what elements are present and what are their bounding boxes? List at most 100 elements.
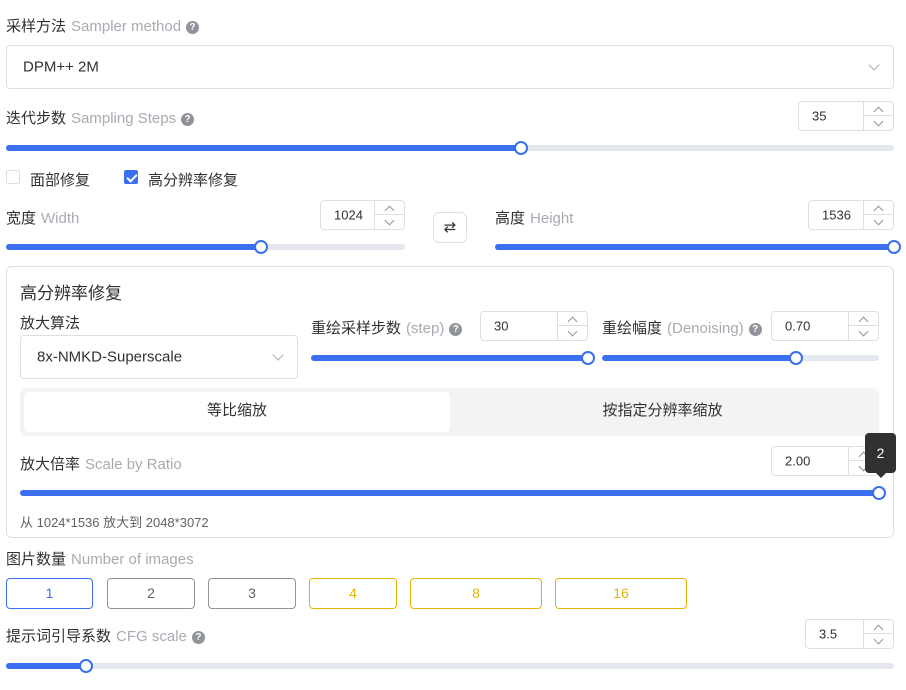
denoise-number-input[interactable]: 0.70: [771, 311, 879, 341]
cfg-slider-fill: [6, 663, 86, 669]
denoise-stepper[interactable]: [848, 312, 878, 340]
help-icon[interactable]: ?: [186, 21, 200, 34]
steps-label-cn: 迭代步数: [6, 110, 67, 127]
hr-steps-stepper[interactable]: [557, 312, 587, 340]
denoise-slider[interactable]: [602, 351, 879, 365]
image-count-3-button[interactable]: 3: [208, 578, 296, 609]
tab-scale-to-resolution[interactable]: 按指定分辨率缩放: [450, 392, 875, 432]
sampler-label-cn: 采样方法: [6, 18, 67, 35]
increment-button[interactable]: [558, 312, 587, 326]
chevron-down-icon: [868, 59, 880, 71]
scale-mode-tabs: 等比缩放 按指定分辨率缩放: [20, 388, 879, 436]
scale-hint: 从 1024*1536 放大到 2048*3072: [20, 515, 209, 530]
scale-value: 2.00: [785, 453, 811, 469]
width-value: 1024: [334, 207, 363, 223]
width-label-en: Width: [41, 210, 80, 227]
cfg-value: 3.5: [819, 626, 838, 642]
decrement-button[interactable]: [864, 116, 893, 130]
height-slider[interactable]: [495, 240, 901, 254]
denoise-slider-thumb[interactable]: [788, 351, 803, 365]
increment-button[interactable]: [375, 201, 404, 215]
hr-steps-slider-thumb[interactable]: [581, 351, 595, 365]
hires-fix-label[interactable]: 高分辨率修复: [148, 169, 238, 190]
height-slider-thumb[interactable]: [887, 240, 901, 254]
hr-steps-label-cn: 重绘采样步数: [311, 320, 402, 337]
hr-steps-label-en: (step): [406, 320, 445, 337]
hires-panel-title: 高分辨率修复: [20, 284, 122, 303]
increment-button[interactable]: [864, 620, 893, 634]
hires-fix-checkbox[interactable]: [124, 170, 138, 184]
height-stepper[interactable]: [863, 201, 893, 229]
height-label-cn: 高度: [495, 210, 526, 227]
hr-steps-slider-fill: [311, 355, 588, 361]
steps-slider-fill: [6, 145, 522, 151]
cfg-slider-thumb[interactable]: [78, 659, 93, 673]
scale-slider-thumb[interactable]: [872, 486, 886, 500]
help-icon[interactable]: ?: [449, 323, 463, 336]
width-slider-thumb[interactable]: [254, 240, 269, 254]
help-icon[interactable]: ?: [191, 631, 205, 644]
sampler-select[interactable]: DPM++ 2M: [6, 45, 894, 89]
scale-slider-tooltip: 2: [865, 433, 896, 478]
swap-dimensions-button[interactable]: ⇄: [433, 212, 467, 243]
steps-number-input[interactable]: 35: [798, 101, 894, 131]
image-count-16-button[interactable]: 16: [555, 578, 687, 609]
hr-steps-slider[interactable]: [311, 351, 595, 365]
width-label-cn: 宽度: [6, 210, 37, 227]
steps-slider[interactable]: [6, 141, 894, 155]
hr-steps-label: 重绘采样步数 (step)?: [311, 317, 463, 338]
height-slider-fill: [495, 244, 894, 250]
width-label: 宽度 Width: [6, 207, 79, 228]
image-count-8-button[interactable]: 8: [410, 578, 542, 609]
chevron-down-icon: [272, 349, 284, 361]
cfg-number-input[interactable]: 3.5: [805, 619, 894, 649]
help-icon[interactable]: ?: [748, 323, 762, 336]
upscaler-select[interactable]: 8x-NMKD-Superscale: [20, 335, 298, 379]
denoise-value: 0.70: [785, 318, 811, 334]
scale-label-cn: 放大倍率: [20, 456, 81, 473]
width-slider[interactable]: [6, 240, 405, 254]
denoise-label: 重绘幅度 (Denoising)?: [602, 317, 762, 338]
help-icon[interactable]: ?: [181, 113, 195, 126]
cfg-label-cn: 提示词引导系数: [6, 628, 112, 645]
hr-steps-number-input[interactable]: 30: [480, 311, 588, 341]
image-count-4-button[interactable]: 4: [309, 578, 397, 609]
increment-button[interactable]: [864, 201, 893, 215]
scale-slider[interactable]: [20, 486, 886, 500]
height-value: 1536: [822, 207, 851, 223]
tab-scale-by-ratio[interactable]: 等比缩放: [24, 392, 450, 432]
steps-value: 35: [812, 108, 827, 124]
scale-label-en: Scale by Ratio: [85, 456, 182, 473]
sampler-value: DPM++ 2M: [23, 58, 99, 76]
scale-number-input[interactable]: 2.00: [771, 446, 879, 476]
cfg-slider[interactable]: [6, 659, 894, 673]
image-count-1-button[interactable]: 1: [6, 578, 93, 609]
height-label-en: Height: [530, 210, 574, 227]
steps-stepper[interactable]: [863, 102, 893, 130]
face-restore-checkbox[interactable]: [6, 170, 20, 184]
decrement-button[interactable]: [864, 215, 893, 229]
width-number-input[interactable]: 1024: [320, 200, 405, 230]
decrement-button[interactable]: [558, 326, 587, 340]
increment-button[interactable]: [864, 102, 893, 116]
cfg-label-en: CFG scale: [116, 628, 187, 645]
increment-button[interactable]: [849, 312, 878, 326]
steps-slider-thumb[interactable]: [514, 141, 529, 155]
decrement-button[interactable]: [864, 634, 893, 648]
sampler-label: 采样方法 Sampler method?: [6, 15, 200, 36]
scale-slider-fill: [20, 490, 879, 496]
decrement-button[interactable]: [375, 215, 404, 229]
image-count-2-button[interactable]: 2: [107, 578, 195, 609]
sampler-label-en: Sampler method: [71, 18, 182, 35]
swap-icon: ⇄: [443, 219, 457, 236]
face-restore-label[interactable]: 面部修复: [30, 169, 90, 190]
width-slider-fill: [6, 244, 262, 250]
height-number-input[interactable]: 1536: [808, 200, 894, 230]
steps-label: 迭代步数 Sampling Steps?: [6, 107, 195, 128]
upscaler-value: 8x-NMKD-Superscale: [37, 348, 183, 366]
cfg-stepper[interactable]: [863, 620, 893, 648]
decrement-button[interactable]: [849, 326, 878, 340]
denoise-slider-fill: [602, 355, 796, 361]
width-stepper[interactable]: [374, 201, 404, 229]
cfg-label: 提示词引导系数 CFG scale?: [6, 625, 205, 646]
